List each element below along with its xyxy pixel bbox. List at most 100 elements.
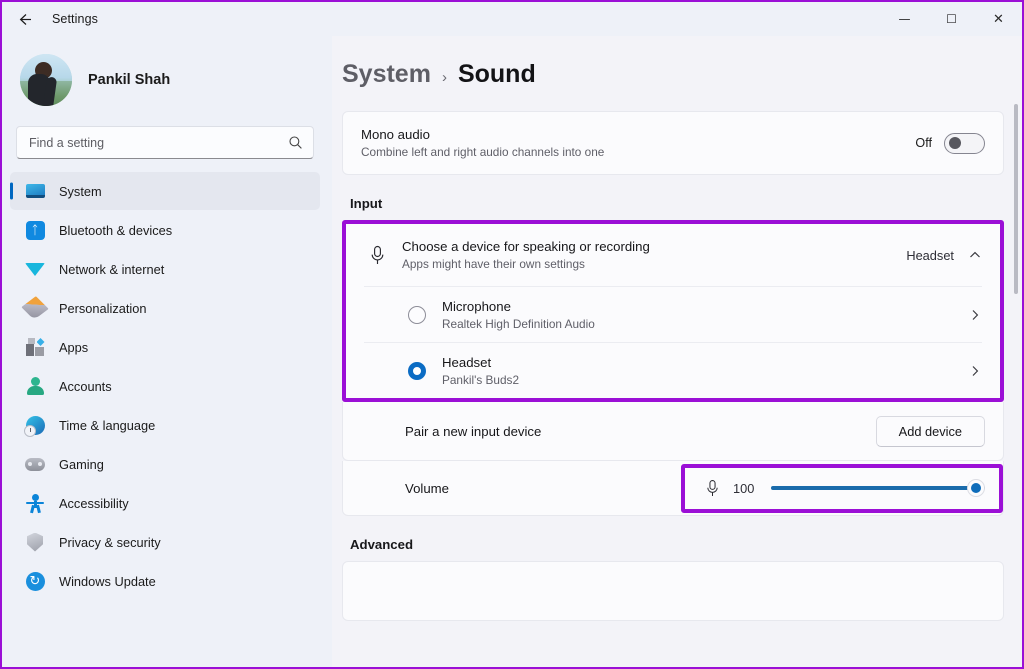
slider-thumb[interactable]	[967, 479, 985, 497]
paintbrush-icon	[24, 297, 46, 319]
search-icon	[288, 135, 303, 150]
accounts-icon	[24, 375, 46, 397]
sidebar-item-accessibility[interactable]: Accessibility	[10, 484, 320, 522]
main-content: System › Sound Mono audio Combine left a…	[332, 36, 1022, 667]
scrollbar[interactable]	[1012, 70, 1020, 667]
device-detail: Pankil's Buds2	[442, 373, 968, 387]
advanced-section-heading: Advanced	[350, 537, 1022, 552]
device-name: Microphone	[442, 299, 968, 314]
volume-card: Volume 100	[342, 461, 1004, 516]
sidebar-item-label: Time & language	[59, 418, 155, 433]
back-arrow-icon	[17, 11, 34, 28]
sidebar-item-label: Bluetooth & devices	[59, 223, 172, 238]
sidebar-item-label: System	[59, 184, 102, 199]
title-bar: Settings — ☐ ✕	[2, 2, 1022, 36]
input-chooser-selected-value: Headset	[906, 248, 954, 263]
sidebar-item-label: Accessibility	[59, 496, 129, 511]
add-device-button[interactable]: Add device	[876, 416, 985, 447]
maximize-button[interactable]: ☐	[928, 2, 975, 36]
sidebar-item-bluetooth-devices[interactable]: ᛏ Bluetooth & devices	[10, 211, 320, 249]
sidebar-item-label: Privacy & security	[59, 535, 161, 550]
account-name: Pankil Shah	[88, 72, 170, 88]
volume-slider-highlight: 100	[681, 464, 1003, 513]
back-button[interactable]	[8, 2, 42, 36]
network-icon	[24, 258, 46, 280]
chevron-right-icon[interactable]	[968, 308, 982, 322]
sidebar-item-windows-update[interactable]: ↻ Windows Update	[10, 562, 320, 600]
microphone-icon	[703, 479, 721, 498]
system-icon	[24, 180, 46, 202]
window-controls: — ☐ ✕	[881, 2, 1022, 36]
volume-label: Volume	[361, 481, 681, 496]
mono-audio-row: Mono audio Combine left and right audio …	[343, 112, 1003, 174]
mono-audio-toggle[interactable]	[944, 133, 985, 154]
volume-value: 100	[733, 481, 759, 496]
search-box[interactable]	[16, 126, 314, 159]
radio-icon[interactable]	[408, 362, 426, 380]
sidebar-item-label: Accounts	[59, 379, 112, 394]
clock-icon	[24, 414, 46, 436]
page-title: Sound	[458, 60, 536, 89]
sidebar-item-privacy-security[interactable]: Privacy & security	[10, 523, 320, 561]
sidebar-item-label: Windows Update	[59, 574, 156, 589]
volume-slider[interactable]	[771, 479, 985, 497]
sidebar-item-gaming[interactable]: Gaming	[10, 445, 320, 483]
pair-device-row: Pair a new input device Add device	[343, 402, 1003, 460]
settings-window: Settings — ☐ ✕ Pankil Shah	[0, 0, 1024, 669]
input-device-chooser-row[interactable]: Choose a device for speaking or recordin…	[346, 224, 1000, 286]
sidebar-item-system[interactable]: System	[10, 172, 320, 210]
accessibility-icon	[24, 492, 46, 514]
mono-audio-card: Mono audio Combine left and right audio …	[342, 111, 1004, 175]
window-title: Settings	[52, 12, 98, 26]
sidebar-item-label: Apps	[59, 340, 88, 355]
account-block[interactable]: Pankil Shah	[2, 40, 332, 120]
mono-audio-state-label: Off	[915, 136, 932, 150]
mono-audio-title: Mono audio	[361, 127, 915, 142]
slider-track	[771, 486, 985, 490]
apps-icon	[24, 336, 46, 358]
sidebar-nav: System ᛏ Bluetooth & devices Network & i…	[2, 171, 332, 667]
chevron-up-icon[interactable]	[968, 248, 982, 262]
microphone-icon	[364, 245, 390, 266]
input-device-option-headset[interactable]: Headset Pankil's Buds2	[346, 343, 1000, 398]
sidebar: Pankil Shah System ᛏ Blue	[2, 36, 332, 667]
breadcrumb: System › Sound	[342, 36, 1022, 111]
sidebar-item-personalization[interactable]: Personalization	[10, 289, 320, 327]
input-chooser-title: Choose a device for speaking or recordin…	[402, 239, 906, 254]
breadcrumb-parent[interactable]: System	[342, 60, 431, 89]
input-chooser-trailing: Headset	[906, 248, 982, 263]
volume-row: Volume 100	[343, 461, 1003, 515]
sidebar-item-time-language[interactable]: Time & language	[10, 406, 320, 444]
scrollbar-thumb[interactable]	[1014, 104, 1018, 294]
search-input[interactable]	[29, 136, 288, 150]
sidebar-item-label: Personalization	[59, 301, 147, 316]
device-name: Headset	[442, 355, 968, 370]
minimize-button[interactable]: —	[881, 2, 928, 36]
sidebar-item-apps[interactable]: Apps	[10, 328, 320, 366]
sidebar-item-network-internet[interactable]: Network & internet	[10, 250, 320, 288]
gamepad-icon	[24, 453, 46, 475]
bluetooth-icon: ᛏ	[24, 219, 46, 241]
chevron-right-icon[interactable]	[968, 364, 982, 378]
mono-audio-toggle-wrap: Off	[915, 133, 985, 154]
shield-icon	[24, 531, 46, 553]
input-devices-highlight: Choose a device for speaking or recordin…	[342, 220, 1004, 402]
input-section-heading: Input	[350, 196, 1022, 211]
avatar	[20, 54, 72, 106]
close-button[interactable]: ✕	[975, 2, 1022, 36]
input-chooser-subtitle: Apps might have their own settings	[402, 257, 906, 271]
pair-device-card: Pair a new input device Add device	[342, 402, 1004, 461]
pair-device-label: Pair a new input device	[361, 424, 876, 439]
input-device-option-microphone[interactable]: Microphone Realtek High Definition Audio	[346, 287, 1000, 342]
breadcrumb-separator: ›	[442, 69, 447, 86]
radio-icon[interactable]	[408, 306, 426, 324]
mono-audio-subtitle: Combine left and right audio channels in…	[361, 145, 915, 159]
update-icon: ↻	[24, 570, 46, 592]
window-body: Pankil Shah System ᛏ Blue	[2, 36, 1022, 667]
device-detail: Realtek High Definition Audio	[442, 317, 968, 331]
sidebar-item-label: Gaming	[59, 457, 104, 472]
sidebar-item-label: Network & internet	[59, 262, 164, 277]
input-devices-card: Choose a device for speaking or recordin…	[346, 224, 1000, 398]
advanced-card	[342, 561, 1004, 621]
sidebar-item-accounts[interactable]: Accounts	[10, 367, 320, 405]
